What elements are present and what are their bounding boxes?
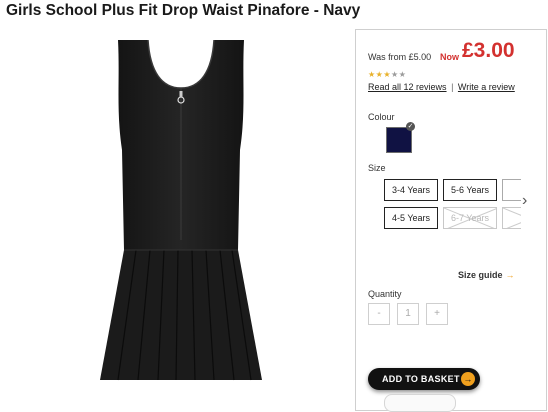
now-label: Now — [440, 52, 459, 62]
size-label: Size — [368, 163, 386, 173]
size-option-3-4[interactable]: 3-4 Years — [384, 179, 438, 201]
add-to-basket-button[interactable]: ADD TO BASKET → — [368, 368, 480, 390]
read-reviews-link[interactable]: Read all 12 reviews — [368, 82, 447, 92]
star-icon: ★ — [391, 70, 399, 79]
check-icon: ✓ — [406, 122, 415, 131]
separator: | — [451, 82, 454, 92]
arrow-right-icon: → — [505, 270, 515, 280]
review-links: Read all 12 reviews | Write a review — [368, 82, 515, 92]
star-icon: ★ — [368, 70, 376, 79]
colour-swatch-navy[interactable] — [386, 127, 412, 153]
size-guide-link[interactable]: Size guide → — [458, 270, 515, 280]
unavailable-cross-icon — [503, 208, 521, 228]
size-option-7-8[interactable]: 7- — [502, 179, 521, 201]
purchase-panel: Was from £5.00 Now £3.00 ★★★★★ Read all … — [355, 29, 547, 412]
chevron-right-icon[interactable]: › — [522, 192, 527, 210]
product-title: Girls School Plus Fit Drop Waist Pinafor… — [6, 2, 361, 19]
size-option-8-9: 8- — [502, 207, 521, 229]
was-price: Was from £5.00 — [368, 52, 432, 62]
size-guide-label: Size guide — [458, 270, 503, 280]
secondary-button[interactable] — [384, 394, 456, 412]
rating-stars: ★★★★★ — [368, 70, 406, 79]
quantity-increment-button[interactable]: + — [426, 303, 448, 325]
add-to-basket-label: ADD TO BASKET — [382, 374, 460, 384]
star-icon: ★ — [383, 70, 392, 79]
size-option-label: 6-7 Years — [450, 213, 490, 223]
write-review-link[interactable]: Write a review — [458, 82, 515, 92]
quantity-decrement-button[interactable]: - — [368, 303, 390, 325]
star-icon: ★ — [398, 70, 407, 79]
size-option-5-6[interactable]: 5-6 Years — [443, 179, 497, 201]
size-option-4-5[interactable]: 4-5 Years — [384, 207, 438, 229]
quantity-input[interactable]: 1 — [397, 303, 419, 325]
product-image[interactable] — [96, 40, 266, 390]
size-option-6-7: 6-7 Years — [443, 207, 497, 229]
size-options: 3-4 Years 5-6 Years 7- 4-5 Years 6-7 Yea… — [384, 177, 521, 235]
now-price: £3.00 — [462, 39, 515, 62]
arrow-right-icon: → — [461, 372, 475, 386]
colour-label: Colour — [368, 112, 395, 122]
quantity-label: Quantity — [368, 289, 402, 299]
